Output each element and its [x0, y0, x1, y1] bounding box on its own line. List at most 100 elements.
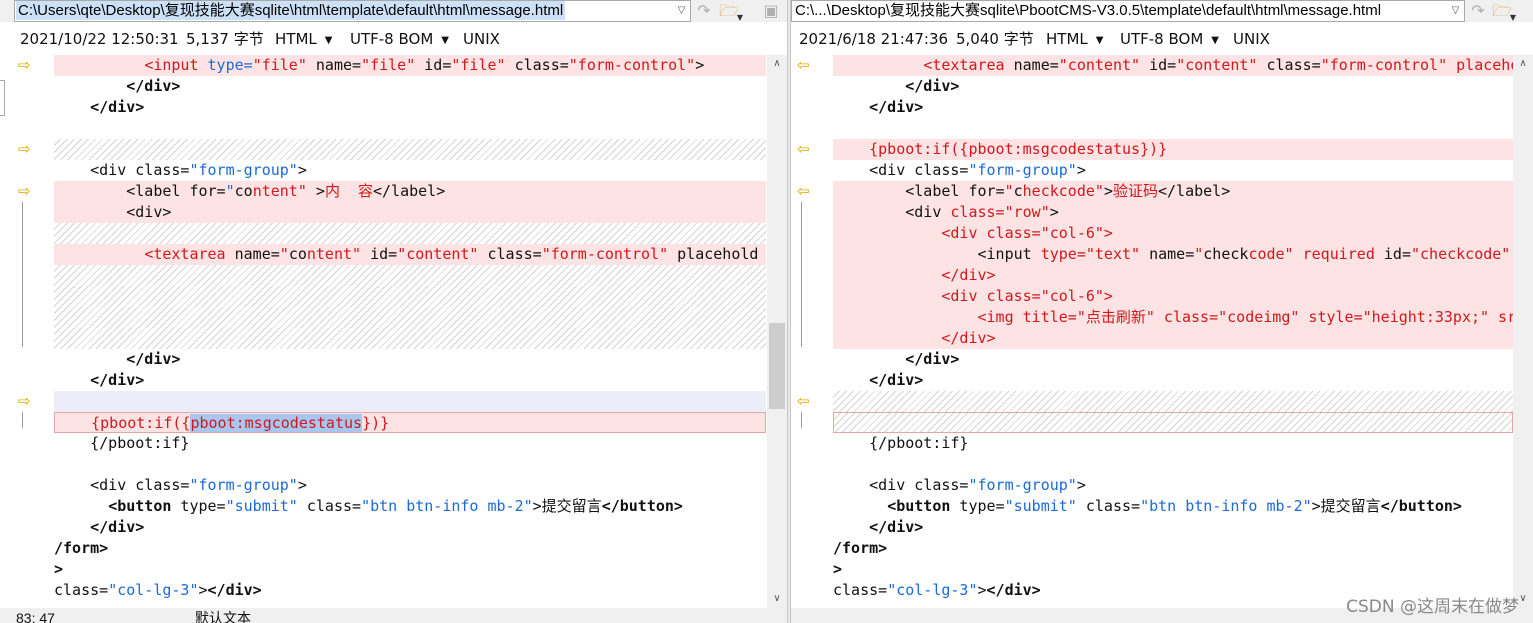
- left-syntax-dropdown[interactable]: HTML ▼: [275, 28, 332, 53]
- code-line: [54, 265, 766, 286]
- left-size: 5,137 字节: [186, 30, 264, 48]
- code-line: </div>: [90, 518, 145, 536]
- diff-arrow-right-icon[interactable]: ⇨: [18, 181, 31, 202]
- code-line: <label for="checkcode">验证码</label>: [833, 181, 1513, 202]
- code-line: {/pboot:if}: [833, 434, 969, 452]
- right-code[interactable]: <textarea name="content" id="content" cl…: [833, 55, 1513, 608]
- right-gutter: ⇦ ⇦ ⇦ ⇦: [791, 55, 833, 608]
- diff-bracket: [22, 412, 29, 428]
- save-icon[interactable]: ▣: [760, 1, 782, 21]
- scroll-up-icon[interactable]: ∧: [767, 55, 787, 73]
- code-line: <label for="content" >内 容</label>: [54, 181, 766, 202]
- open-folder-icon[interactable]: 🗁 ▼: [718, 1, 743, 22]
- left-code[interactable]: <input type="file" name="file" id="file"…: [54, 55, 766, 608]
- diff-arrow-left-icon[interactable]: ⇦: [797, 181, 810, 202]
- scroll-down-icon[interactable]: ∨: [767, 590, 787, 608]
- left-timestamp: 2021/10/22 12:50:31: [20, 30, 179, 48]
- code-line: <textarea name="content" id="content" cl…: [54, 244, 766, 265]
- right-code-editor[interactable]: ⇦ ⇦ ⇦ ⇦ <textarea name="content" id="con…: [791, 55, 1533, 608]
- code-line: </div>: [833, 265, 1513, 286]
- right-path-text: C:\...\Desktop\复现技能大赛sqlite\PbootCMS-V3.…: [795, 2, 1382, 19]
- diff-arrow-right-icon[interactable]: ⇨: [18, 55, 31, 76]
- code-line: <div class="form-group">: [54, 161, 307, 179]
- code-line: </div>: [90, 371, 145, 389]
- code-line: </div>: [869, 518, 924, 536]
- code-line: {pboot:if({pboot:msgcodestatus})}: [54, 412, 766, 433]
- code-line: </div>: [126, 77, 181, 95]
- code-line: [833, 412, 1513, 433]
- code-line: <div>: [54, 202, 766, 223]
- right-file-info: 2021/6/18 21:47:36 5,040 字节 HTML ▼ UTF-8 …: [791, 28, 1533, 50]
- diff-arrow-left-icon[interactable]: ⇦: [797, 55, 810, 76]
- code-line: /form>: [54, 539, 109, 557]
- right-size: 5,040 字节: [956, 30, 1034, 48]
- next-icon[interactable]: ↷: [693, 1, 715, 21]
- diff-bracket: [22, 202, 29, 347]
- left-code-editor[interactable]: ⇨ ⇨ ⇨ ⇨ <input type="file" name="file" i…: [0, 55, 787, 608]
- code-line: class="col-lg-3"></div>: [54, 581, 262, 599]
- right-line-ending[interactable]: UNIX: [1233, 28, 1270, 50]
- code-line: </div>: [90, 98, 145, 116]
- chevron-down-icon[interactable]: ▽: [673, 1, 690, 20]
- right-syntax-dropdown[interactable]: HTML ▼: [1046, 28, 1103, 53]
- diff-arrow-right-icon[interactable]: ⇨: [18, 391, 31, 412]
- diff-arrow-right-icon[interactable]: ⇨: [18, 139, 31, 160]
- code-line: <img title="点击刷新" class="codeimg" style=…: [833, 307, 1513, 328]
- code-line: <input type="text" name="checkcode" requ…: [833, 244, 1513, 265]
- code-line: <div class="form-group">: [54, 476, 307, 494]
- left-path-toolbar: C:\Users\qte\Desktop\复现技能大赛sqlite\html\t…: [0, 0, 787, 22]
- open-folder-icon[interactable]: 🗁 ▼: [1491, 1, 1516, 22]
- code-line: [833, 391, 1513, 412]
- code-line: /form>: [833, 539, 888, 557]
- code-line: [54, 223, 766, 244]
- right-encoding-dropdown[interactable]: UTF-8 BOM ▼: [1120, 28, 1219, 53]
- code-line: <input type="file" name="file" id="file"…: [54, 55, 766, 76]
- code-line: <button type="submit" class="btn btn-inf…: [108, 497, 683, 515]
- code-line: >: [54, 560, 64, 578]
- code-line: </div>: [833, 328, 1513, 349]
- left-pane: C:\Users\qte\Desktop\复现技能大赛sqlite\html\t…: [0, 0, 787, 623]
- code-line: <button type="submit" class="btn btn-inf…: [887, 497, 1462, 515]
- chevron-down-icon[interactable]: ▽: [1447, 1, 1464, 20]
- code-line: </div>: [869, 98, 924, 116]
- right-path-toolbar: C:\...\Desktop\复现技能大赛sqlite\PbootCMS-V3.…: [791, 0, 1533, 22]
- diff-arrow-left-icon[interactable]: ⇦: [797, 139, 810, 160]
- left-line-ending[interactable]: UNIX: [463, 28, 500, 50]
- code-line: [54, 328, 766, 349]
- left-path-text: C:\Users\qte\Desktop\复现技能大赛sqlite\html\t…: [16, 1, 566, 20]
- left-file-info: 2021/10/22 12:50:31 5,137 字节 HTML ▼ UTF-8…: [0, 28, 787, 50]
- left-path-combobox[interactable]: C:\Users\qte\Desktop\复现技能大赛sqlite\html\t…: [14, 0, 691, 22]
- left-encoding-dropdown[interactable]: UTF-8 BOM ▼: [350, 28, 449, 53]
- watermark: CSDN @这周末在做梦: [1346, 597, 1519, 617]
- text-mode: 默认文本: [195, 610, 251, 623]
- left-gutter: ⇨ ⇨ ⇨ ⇨: [0, 55, 54, 608]
- code-line: >: [833, 560, 843, 578]
- code-line: <textarea name="content" id="content" cl…: [833, 55, 1513, 76]
- code-line: <div class="form-group">: [833, 476, 1086, 494]
- code-line: <div class="form-group">: [833, 161, 1086, 179]
- right-path-combobox[interactable]: C:\...\Desktop\复现技能大赛sqlite\PbootCMS-V3.…: [791, 0, 1465, 22]
- scroll-up-icon[interactable]: ∧: [1513, 55, 1533, 73]
- left-scroll-thumb[interactable]: [769, 323, 785, 409]
- code-line: <div class="col-6">: [833, 286, 1513, 307]
- code-line: [54, 139, 766, 160]
- diff-bracket: [801, 412, 808, 428]
- code-line: {/pboot:if}: [54, 434, 190, 452]
- right-pane: C:\...\Desktop\复现技能大赛sqlite\PbootCMS-V3.…: [791, 0, 1533, 623]
- code-line: <div class="col-6">: [833, 223, 1513, 244]
- left-vertical-scrollbar[interactable]: ∧ ∨: [767, 55, 787, 608]
- code-line: [54, 307, 766, 328]
- diff-arrow-left-icon[interactable]: ⇦: [797, 391, 810, 412]
- cursor-position: 83: 47: [16, 610, 55, 623]
- code-line: {pboot:if({pboot:msgcodestatus})}: [833, 139, 1513, 160]
- next-icon[interactable]: ↷: [1467, 1, 1489, 21]
- code-line-current: [54, 391, 766, 412]
- right-vertical-scrollbar[interactable]: ∧ ∨: [1513, 55, 1533, 608]
- code-line: <div class="row">: [833, 202, 1513, 223]
- code-line: </div>: [905, 77, 960, 95]
- diff-bracket: [801, 202, 808, 347]
